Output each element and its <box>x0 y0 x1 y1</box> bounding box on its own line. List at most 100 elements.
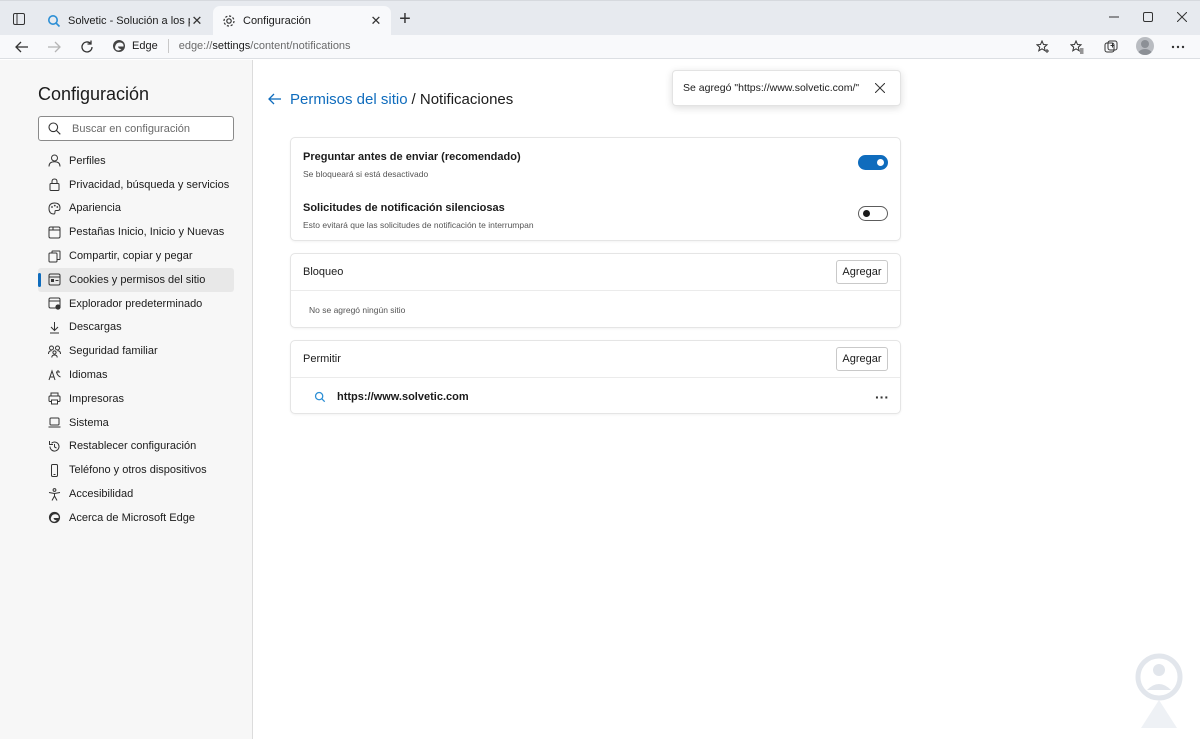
breadcrumb: Permisos del sitio / Notificaciones <box>266 90 513 108</box>
sidebar-item-idiomas[interactable]: Idiomas <box>38 363 234 387</box>
sidebar-item-label: Restablecer configuración <box>69 440 197 453</box>
sidebar-nav: Perfiles Privacidad, búsqueda y servicio… <box>38 149 234 530</box>
sidebar-item-label: Seguridad familiar <box>69 345 158 358</box>
page-title: / Notificaciones <box>411 90 514 108</box>
sidebar-item-label: Privacidad, búsqueda y servicios <box>69 178 230 191</box>
refresh-button[interactable] <box>77 37 97 57</box>
notification-settings-card: Preguntar antes de enviar (recomendado) … <box>290 137 901 241</box>
allow-header: Permitir Agregar <box>291 341 900 378</box>
tabs-icon <box>47 225 61 239</box>
ask-before-sending-toggle[interactable] <box>858 155 888 170</box>
settings-sidebar: Configuración Perfiles Privacidad, búsqu… <box>0 60 253 739</box>
tab-title: Configuración <box>243 15 311 27</box>
address-brand: Edge <box>132 39 158 52</box>
notification-toast: Se agregó "https://www.solvetic.com/" <box>672 70 901 106</box>
add-block-button[interactable]: Agregar <box>836 260 888 284</box>
block-card: Bloqueo Agregar No se agregó ningún siti… <box>290 253 901 328</box>
list-item: https://www.solvetic.com ··· <box>291 379 900 414</box>
language-icon <box>47 368 61 382</box>
sidebar-item-label: Compartir, copiar y pegar <box>69 250 193 263</box>
sidebar-item-impresoras[interactable]: Impresoras <box>38 387 234 411</box>
address-separator <box>167 38 169 53</box>
edge-icon <box>47 511 61 525</box>
block-header: Bloqueo Agregar <box>291 254 900 291</box>
sidebar-item-telefono[interactable]: Teléfono y otros dispositivos <box>38 458 234 482</box>
laptop-icon <box>47 416 61 430</box>
sidebar-title: Configuración <box>38 84 150 104</box>
breadcrumb-link[interactable]: Permisos del sitio <box>290 91 408 108</box>
sidebar-item-accesibilidad[interactable]: Accesibilidad <box>38 482 234 506</box>
tab-actions-icon[interactable] <box>8 9 30 29</box>
sidebar-item-compartir[interactable]: Compartir, copiar y pegar <box>38 244 234 268</box>
solvetic-favicon-icon <box>313 390 327 404</box>
edge-logo-icon <box>112 39 126 53</box>
tab-title: Solvetic - Solución a los problem <box>68 15 190 27</box>
site-url: https://www.solvetic.com <box>337 390 469 403</box>
sidebar-item-privacidad[interactable]: Privacidad, búsqueda y servicios <box>38 173 234 197</box>
share-icon <box>47 249 61 263</box>
close-icon[interactable] <box>872 80 888 96</box>
sidebar-item-acerca-de[interactable]: Acerca de Microsoft Edge <box>38 506 234 530</box>
settings-content: Permisos del sitio / Notificaciones Se a… <box>254 60 1200 739</box>
sidebar-item-perfiles[interactable]: Perfiles <box>38 149 234 173</box>
family-icon <box>47 344 61 358</box>
sidebar-item-label: Idiomas <box>69 369 108 382</box>
block-empty-message: No se agregó ningún sitio <box>309 305 406 315</box>
setting-quiet-requests: Solicitudes de notificación silenciosas … <box>303 202 888 230</box>
lock-icon <box>47 178 61 192</box>
sidebar-item-pestanas[interactable]: Pestañas Inicio, Inicio y Nuevas <box>38 220 234 244</box>
search-input[interactable] <box>72 122 222 135</box>
url-path: /content/notifications <box>250 39 351 52</box>
close-tab-icon[interactable]: ✕ <box>369 13 383 28</box>
url-host: settings <box>212 39 251 52</box>
sidebar-item-explorador[interactable]: Explorador predeterminado <box>38 292 234 316</box>
maximize-button[interactable] <box>1138 7 1158 27</box>
sidebar-item-label: Cookies y permisos del sitio <box>69 273 206 286</box>
tab-strip: Solvetic - Solución a los problem ✕ Conf… <box>0 0 1200 36</box>
sidebar-item-apariencia[interactable]: Apariencia <box>38 197 234 221</box>
search-icon <box>48 121 62 136</box>
sidebar-item-label: Apariencia <box>69 202 121 215</box>
appearance-icon <box>47 201 61 215</box>
tab-configuracion[interactable]: Configuración ✕ <box>213 6 391 36</box>
more-menu-icon[interactable] <box>1168 37 1188 57</box>
collections-icon[interactable] <box>1101 37 1121 57</box>
setting-description: Se bloqueará si está desactivado <box>303 169 429 179</box>
sidebar-item-cookies[interactable]: Cookies y permisos del sitio <box>38 267 234 292</box>
toolbar: Edge edge://settings/content/notificatio… <box>0 35 1200 59</box>
allow-title: Permitir <box>303 353 341 365</box>
tab-solvetic[interactable]: Solvetic - Solución a los problem ✕ <box>38 6 212 36</box>
address-bar[interactable]: Edge edge://settings/content/notificatio… <box>108 35 1058 56</box>
add-allow-button[interactable]: Agregar <box>836 347 888 371</box>
back-button[interactable] <box>12 37 32 57</box>
sidebar-item-label: Pestañas Inicio, Inicio y Nuevas <box>69 226 225 239</box>
profile-avatar[interactable] <box>1136 37 1154 55</box>
new-tab-button[interactable]: + <box>396 8 414 30</box>
sidebar-item-label: Explorador predeterminado <box>69 297 203 310</box>
sidebar-item-restablecer[interactable]: Restablecer configuración <box>38 435 234 459</box>
browser-icon <box>47 297 61 311</box>
sidebar-item-sistema[interactable]: Sistema <box>38 411 234 435</box>
sidebar-item-descargas[interactable]: Descargas <box>38 316 234 340</box>
solvetic-favicon-icon <box>46 13 62 29</box>
toast-message: Se agregó "https://www.solvetic.com/" <box>683 82 860 94</box>
back-arrow-icon[interactable] <box>266 90 284 108</box>
close-tab-icon[interactable]: ✕ <box>190 13 204 28</box>
sidebar-item-label: Descargas <box>69 321 122 334</box>
favorites-icon[interactable] <box>1067 37 1087 57</box>
minimize-button[interactable] <box>1104 7 1124 27</box>
add-favorite-icon[interactable] <box>1033 37 1053 57</box>
setting-title: Solicitudes de notificación silenciosas <box>303 202 505 214</box>
accessibility-icon <box>47 487 61 501</box>
setting-title: Preguntar antes de enviar (recomendado) <box>303 151 521 163</box>
gear-icon <box>221 13 237 29</box>
forward-button[interactable] <box>44 37 64 57</box>
profile-icon <box>47 154 61 168</box>
sidebar-item-seguridad-familiar[interactable]: Seguridad familiar <box>38 339 234 363</box>
sidebar-item-label: Acerca de Microsoft Edge <box>69 511 195 524</box>
quiet-requests-toggle[interactable] <box>858 206 888 221</box>
more-options-icon[interactable]: ··· <box>872 389 892 405</box>
reset-icon <box>47 439 61 453</box>
close-window-button[interactable] <box>1172 7 1192 27</box>
settings-search[interactable] <box>38 116 234 141</box>
